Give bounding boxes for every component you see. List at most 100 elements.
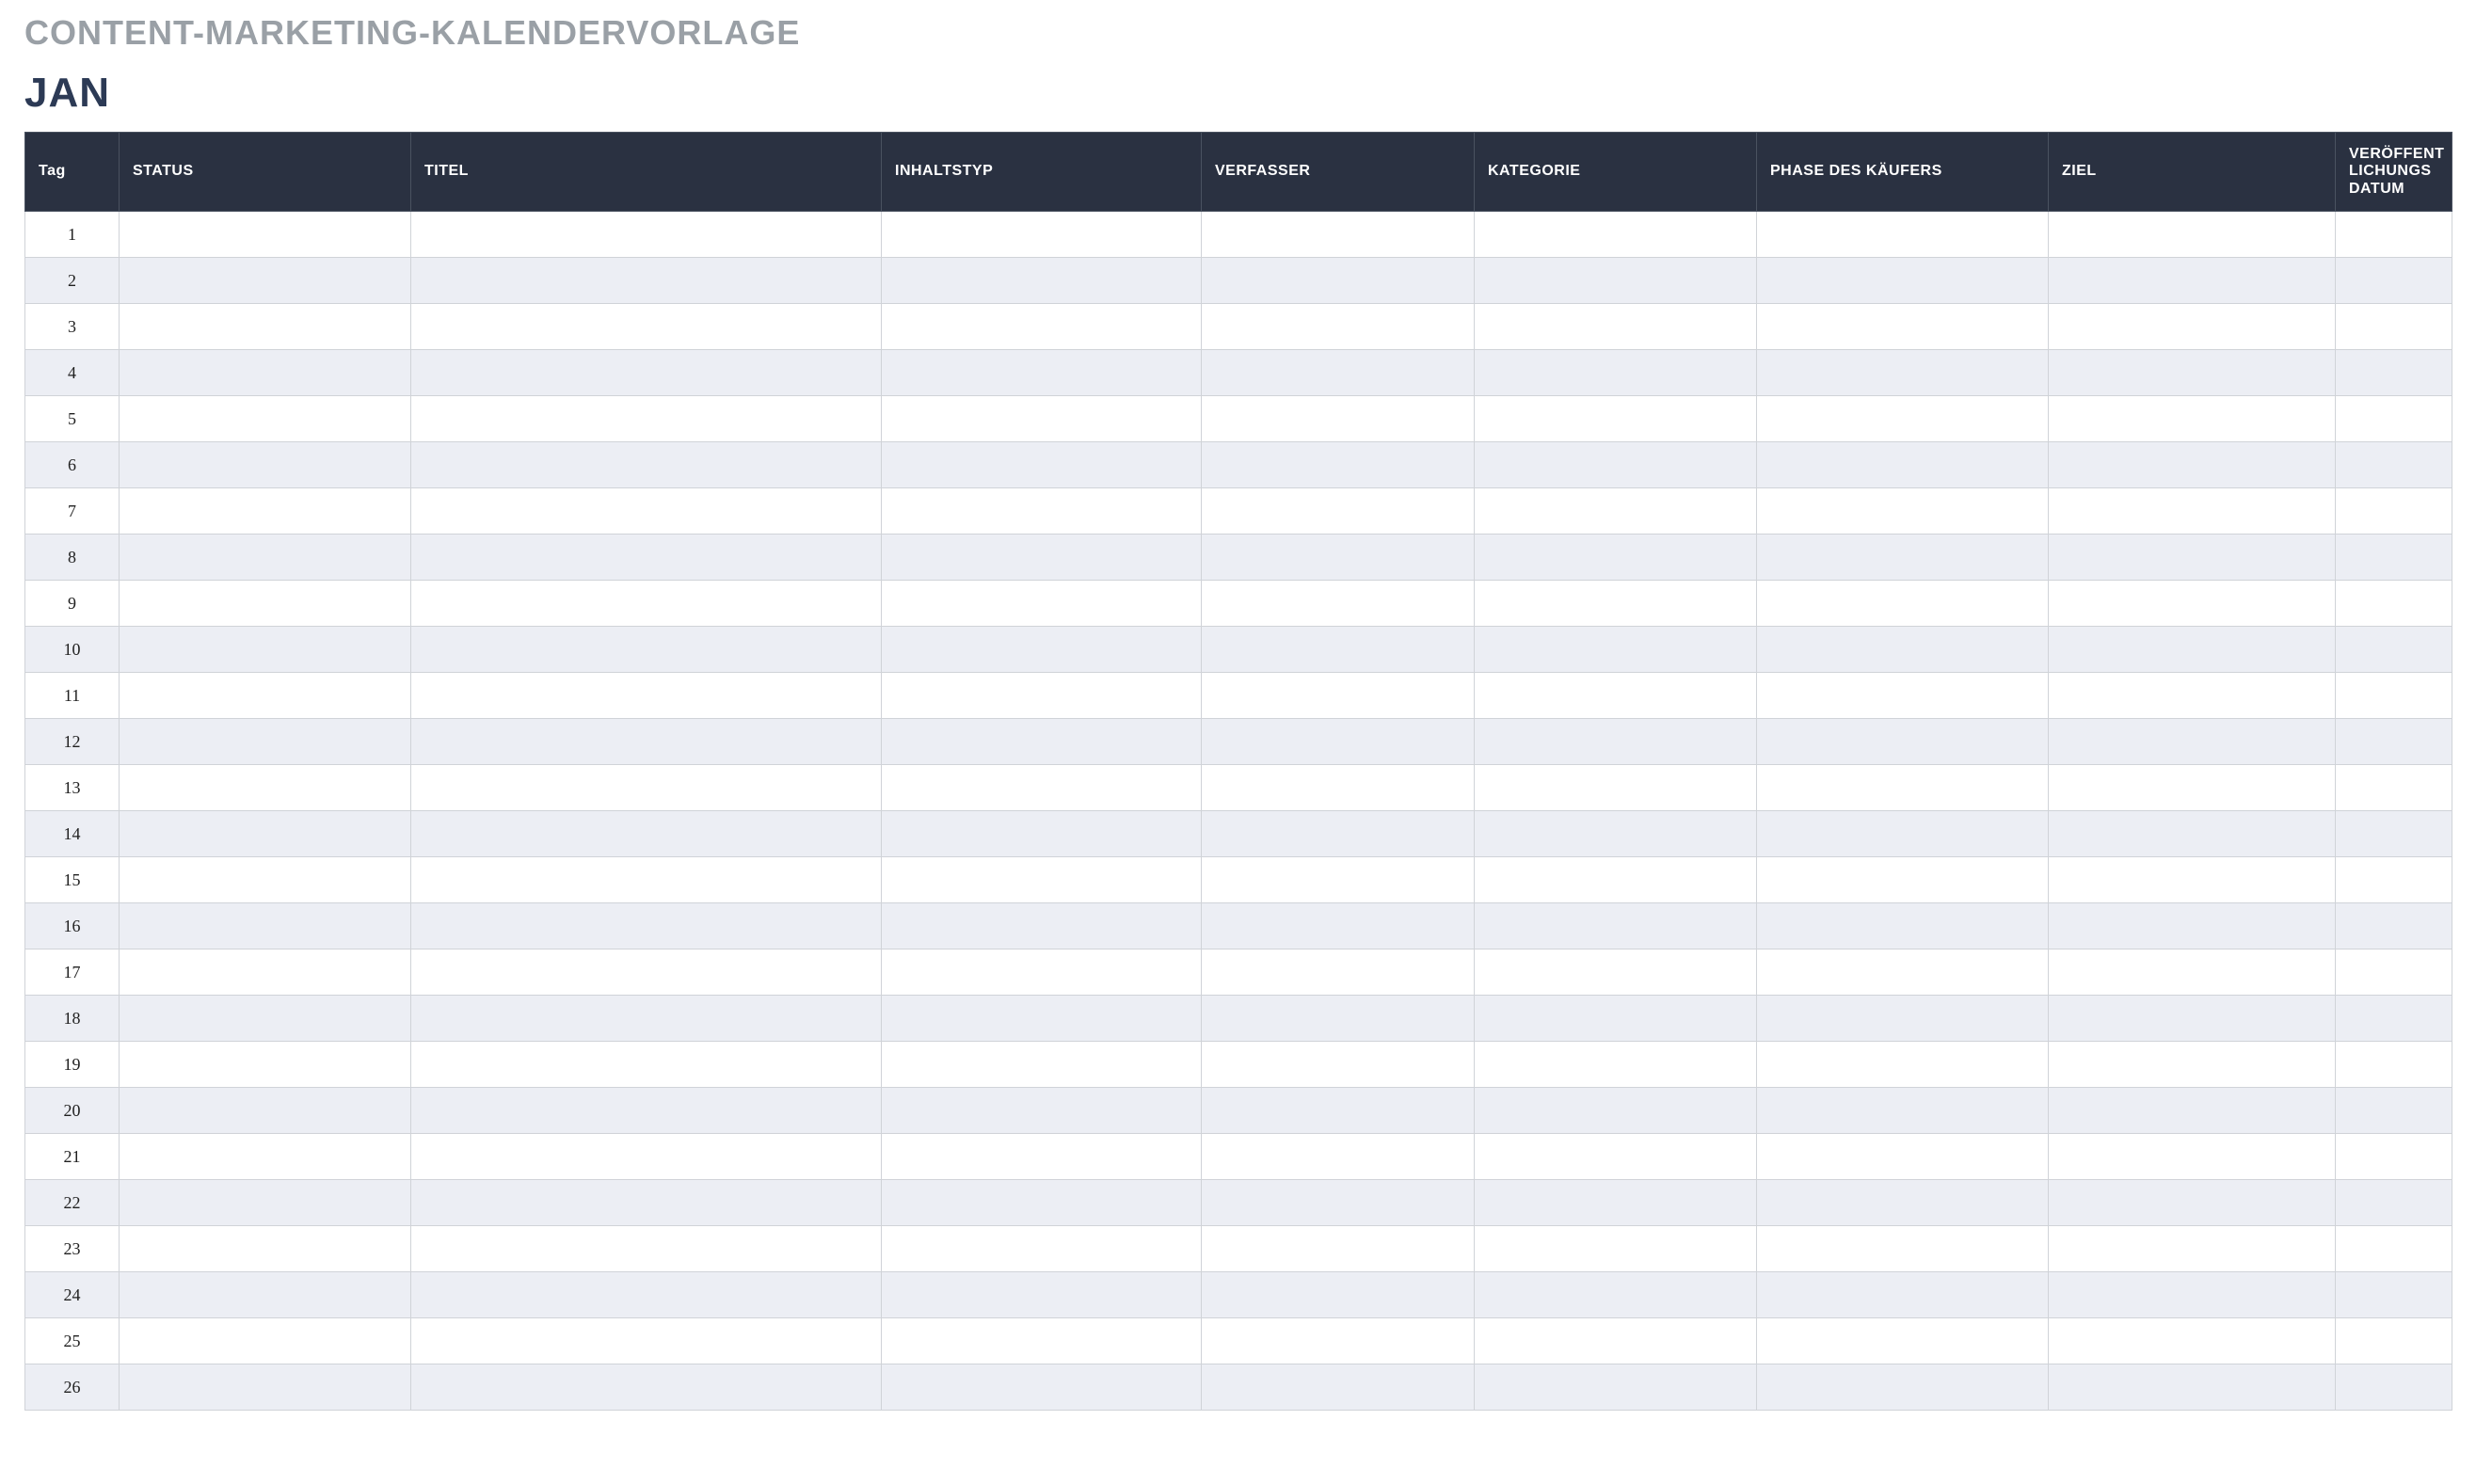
cell-titel[interactable] [411, 1134, 882, 1180]
cell-inhaltstyp[interactable] [882, 350, 1202, 396]
cell-inhaltstyp[interactable] [882, 1364, 1202, 1411]
cell-titel[interactable] [411, 1318, 882, 1364]
cell-phase[interactable] [1757, 1272, 2049, 1318]
cell-datum[interactable] [2336, 903, 2452, 949]
cell-status[interactable] [120, 765, 411, 811]
cell-datum[interactable] [2336, 1272, 2452, 1318]
cell-ziel[interactable] [2049, 857, 2336, 903]
cell-phase[interactable] [1757, 1226, 2049, 1272]
cell-titel[interactable] [411, 811, 882, 857]
cell-phase[interactable] [1757, 1042, 2049, 1088]
cell-datum[interactable] [2336, 673, 2452, 719]
cell-ziel[interactable] [2049, 996, 2336, 1042]
cell-inhaltstyp[interactable] [882, 442, 1202, 488]
cell-verfasser[interactable] [1202, 765, 1475, 811]
cell-status[interactable] [120, 1134, 411, 1180]
cell-status[interactable] [120, 258, 411, 304]
cell-phase[interactable] [1757, 442, 2049, 488]
cell-kategorie[interactable] [1475, 1180, 1757, 1226]
cell-status[interactable] [120, 627, 411, 673]
cell-status[interactable] [120, 857, 411, 903]
cell-phase[interactable] [1757, 765, 2049, 811]
cell-status[interactable] [120, 488, 411, 535]
cell-kategorie[interactable] [1475, 1134, 1757, 1180]
cell-kategorie[interactable] [1475, 1318, 1757, 1364]
cell-inhaltstyp[interactable] [882, 949, 1202, 996]
cell-datum[interactable] [2336, 719, 2452, 765]
cell-verfasser[interactable] [1202, 1364, 1475, 1411]
cell-verfasser[interactable] [1202, 949, 1475, 996]
cell-verfasser[interactable] [1202, 1042, 1475, 1088]
cell-inhaltstyp[interactable] [882, 719, 1202, 765]
cell-ziel[interactable] [2049, 1318, 2336, 1364]
cell-ziel[interactable] [2049, 719, 2336, 765]
cell-kategorie[interactable] [1475, 258, 1757, 304]
cell-inhaltstyp[interactable] [882, 535, 1202, 581]
cell-verfasser[interactable] [1202, 488, 1475, 535]
cell-phase[interactable] [1757, 903, 2049, 949]
cell-ziel[interactable] [2049, 442, 2336, 488]
cell-datum[interactable] [2336, 442, 2452, 488]
cell-ziel[interactable] [2049, 1042, 2336, 1088]
cell-titel[interactable] [411, 1088, 882, 1134]
cell-verfasser[interactable] [1202, 1272, 1475, 1318]
cell-inhaltstyp[interactable] [882, 258, 1202, 304]
cell-inhaltstyp[interactable] [882, 1134, 1202, 1180]
cell-verfasser[interactable] [1202, 1318, 1475, 1364]
cell-titel[interactable] [411, 627, 882, 673]
cell-status[interactable] [120, 1088, 411, 1134]
cell-kategorie[interactable] [1475, 350, 1757, 396]
cell-status[interactable] [120, 673, 411, 719]
cell-kategorie[interactable] [1475, 857, 1757, 903]
cell-datum[interactable] [2336, 1042, 2452, 1088]
cell-ziel[interactable] [2049, 304, 2336, 350]
cell-verfasser[interactable] [1202, 627, 1475, 673]
cell-verfasser[interactable] [1202, 258, 1475, 304]
cell-phase[interactable] [1757, 1180, 2049, 1226]
cell-kategorie[interactable] [1475, 1272, 1757, 1318]
cell-inhaltstyp[interactable] [882, 811, 1202, 857]
cell-verfasser[interactable] [1202, 304, 1475, 350]
cell-phase[interactable] [1757, 673, 2049, 719]
cell-datum[interactable] [2336, 350, 2452, 396]
cell-kategorie[interactable] [1475, 1042, 1757, 1088]
cell-phase[interactable] [1757, 396, 2049, 442]
cell-ziel[interactable] [2049, 1364, 2336, 1411]
cell-kategorie[interactable] [1475, 811, 1757, 857]
cell-ziel[interactable] [2049, 396, 2336, 442]
cell-ziel[interactable] [2049, 673, 2336, 719]
cell-kategorie[interactable] [1475, 535, 1757, 581]
cell-verfasser[interactable] [1202, 1180, 1475, 1226]
cell-status[interactable] [120, 903, 411, 949]
cell-datum[interactable] [2336, 1226, 2452, 1272]
cell-ziel[interactable] [2049, 949, 2336, 996]
cell-status[interactable] [120, 996, 411, 1042]
cell-verfasser[interactable] [1202, 857, 1475, 903]
cell-titel[interactable] [411, 212, 882, 258]
cell-inhaltstyp[interactable] [882, 765, 1202, 811]
cell-ziel[interactable] [2049, 765, 2336, 811]
cell-verfasser[interactable] [1202, 1134, 1475, 1180]
cell-datum[interactable] [2336, 811, 2452, 857]
cell-datum[interactable] [2336, 1318, 2452, 1364]
cell-verfasser[interactable] [1202, 903, 1475, 949]
cell-titel[interactable] [411, 1042, 882, 1088]
cell-kategorie[interactable] [1475, 1088, 1757, 1134]
cell-kategorie[interactable] [1475, 488, 1757, 535]
cell-datum[interactable] [2336, 535, 2452, 581]
cell-verfasser[interactable] [1202, 673, 1475, 719]
cell-status[interactable] [120, 1364, 411, 1411]
cell-kategorie[interactable] [1475, 627, 1757, 673]
cell-kategorie[interactable] [1475, 673, 1757, 719]
cell-datum[interactable] [2336, 1180, 2452, 1226]
cell-phase[interactable] [1757, 857, 2049, 903]
cell-status[interactable] [120, 1272, 411, 1318]
cell-ziel[interactable] [2049, 258, 2336, 304]
cell-ziel[interactable] [2049, 212, 2336, 258]
cell-titel[interactable] [411, 535, 882, 581]
cell-verfasser[interactable] [1202, 350, 1475, 396]
cell-titel[interactable] [411, 1180, 882, 1226]
cell-datum[interactable] [2336, 857, 2452, 903]
cell-inhaltstyp[interactable] [882, 1318, 1202, 1364]
cell-datum[interactable] [2336, 996, 2452, 1042]
